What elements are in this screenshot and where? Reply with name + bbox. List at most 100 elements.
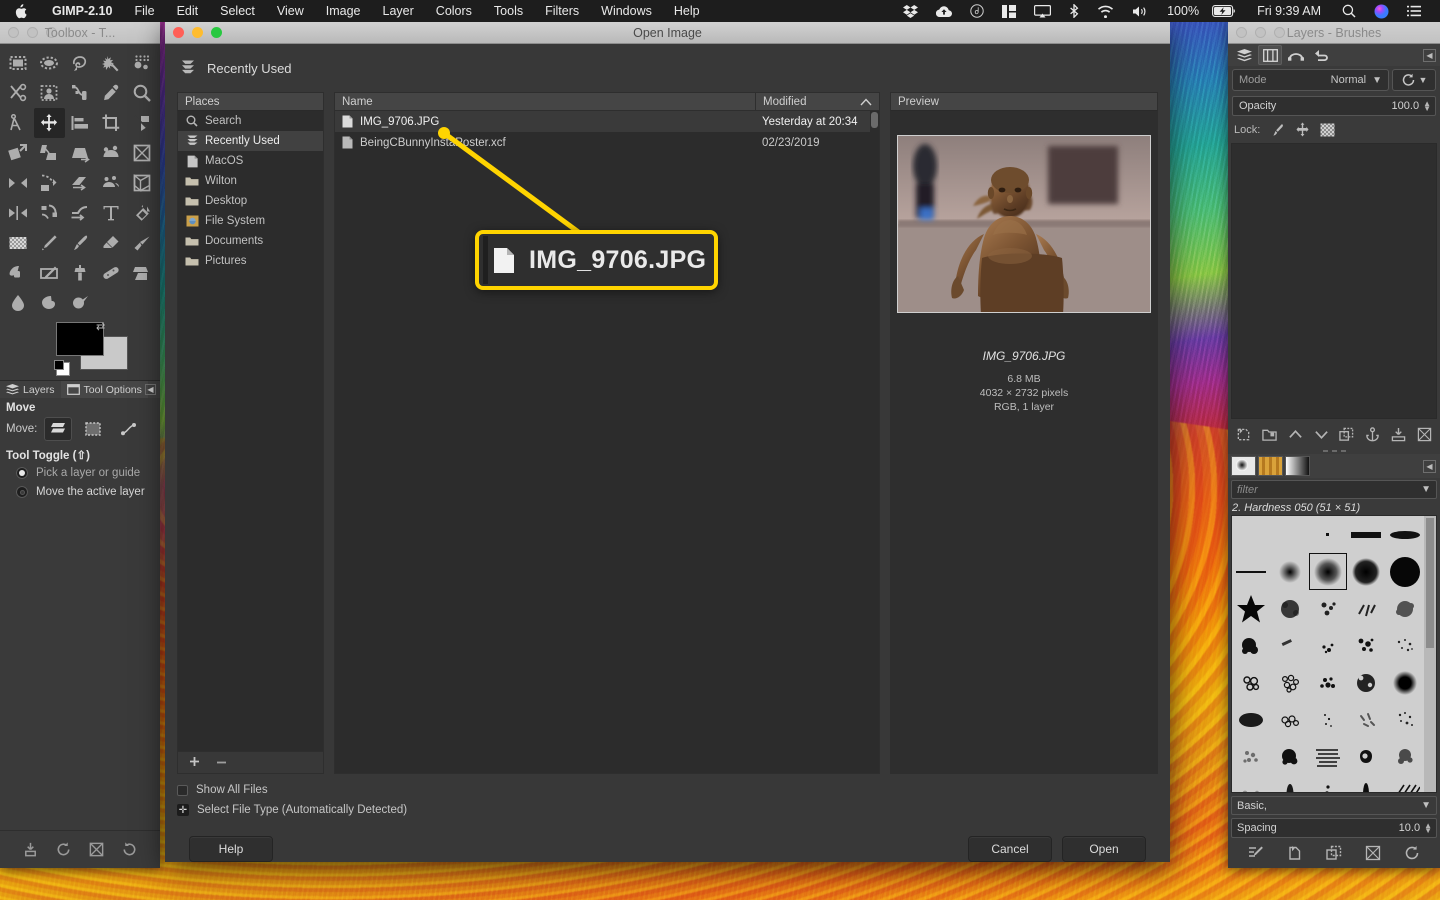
d-circle-icon[interactable] [961,0,993,22]
minimize-button[interactable] [1255,27,1266,38]
menu-item-select[interactable]: Select [209,4,266,18]
brush-cell[interactable] [1309,664,1347,701]
menu-app-name[interactable]: GIMP-2.10 [41,4,123,18]
ink-tool[interactable] [3,258,34,288]
heal-tool[interactable] [95,258,126,288]
cancel-button[interactable]: Cancel [968,836,1052,862]
brush-cell[interactable] [1309,738,1347,775]
toolbox-titlebar[interactable]: Toolbox - T... [0,22,160,44]
refresh-brushes-icon[interactable] [1404,845,1420,861]
brush-cell[interactable] [1232,701,1270,738]
maximize-button[interactable] [1274,27,1285,38]
menu-item-file[interactable]: File [123,4,165,18]
minimize-button[interactable] [192,27,203,38]
move-path-icon[interactable] [114,417,142,441]
dock-tab-brushes[interactable] [1231,456,1256,476]
dock-tab-layers[interactable] [1232,45,1256,65]
shear-tool[interactable] [34,138,65,168]
dodge-burn-tool[interactable] [65,288,96,318]
brush-cell[interactable] [1309,627,1347,664]
move-layer-icon[interactable] [44,417,73,441]
column-header-name[interactable]: Name [334,92,756,111]
airplay-icon[interactable] [1025,0,1060,22]
expander-icon[interactable]: ✛ [177,804,189,816]
dock-tab-undo-history[interactable] [1310,45,1334,65]
place-item-documents[interactable]: Documents [178,231,323,251]
brush-cell[interactable] [1270,701,1308,738]
brush-cell[interactable] [1270,516,1308,553]
color-picker-tool[interactable] [95,78,126,108]
tool-toggle-option-move[interactable]: Move the active layer [6,486,154,498]
brush-cell[interactable] [1309,775,1347,792]
dock-tab-channels[interactable] [1258,45,1282,65]
radio-icon[interactable] [16,486,28,498]
select-file-type-row[interactable]: ✛ Select File Type (Automatically Detect… [177,804,1158,816]
menu-item-filters[interactable]: Filters [534,4,590,18]
brush-cell[interactable] [1347,590,1385,627]
brush-cell[interactable] [1270,738,1308,775]
dock-tab-tool-options[interactable]: Tool Options [60,381,148,398]
duplicate-brush-icon[interactable] [1326,845,1342,861]
brush-cell[interactable] [1309,701,1347,738]
brush-cell[interactable] [1270,775,1308,792]
rdock-titlebar[interactable]: Layers - Brushes [1228,22,1440,44]
brush-cell[interactable] [1232,553,1270,590]
collapse-icon[interactable]: ◀ [1423,48,1436,62]
place-item-file-system[interactable]: File System [178,211,323,231]
bucket-fill-tool[interactable] [126,198,157,228]
dock-tab-gradients[interactable] [1285,456,1310,476]
brush-grid-scrollbar[interactable] [1424,516,1436,792]
brush-grid[interactable] [1231,515,1437,793]
brush-cell[interactable] [1386,775,1424,792]
show-all-files-checkbox[interactable] [177,784,188,796]
brush-filter-input[interactable]: filter ▼ [1231,480,1437,499]
grid-panel-icon[interactable] [993,0,1025,22]
gradient-tool[interactable] [3,228,34,258]
airbrush-tool[interactable] [126,228,157,258]
dock-tab-patterns[interactable] [1258,456,1283,476]
dropbox-icon[interactable] [894,0,927,22]
table-row[interactable]: BeingCBunnyInstaPoster.xcf 02/23/2019 [335,132,879,153]
place-item-desktop[interactable]: Desktop [178,191,323,211]
brush-cell[interactable] [1232,590,1270,627]
reset-tool-options-icon[interactable] [121,841,138,858]
dock-resize-grip[interactable] [1228,447,1440,454]
paintbrush-tool[interactable] [65,228,96,258]
show-all-files-row[interactable]: Show All Files [177,784,1158,796]
cage-transform-tool[interactable] [34,168,65,198]
rotate-tool[interactable] [126,108,157,138]
blend-mode-select[interactable]: Mode Normal ▼ [1232,69,1389,91]
lock-alpha-icon[interactable] [1320,123,1335,137]
select-by-color-tool[interactable] [126,48,157,78]
gradient-preview-tool[interactable] [95,168,126,198]
collapse-icon[interactable]: ◀ [145,384,156,395]
battery-charging-icon[interactable] [1203,0,1245,22]
minimize-button[interactable] [27,27,38,38]
dialog-titlebar[interactable]: Open Image [165,22,1170,44]
help-button[interactable]: Help [189,836,273,862]
place-item-pictures[interactable]: Pictures [178,251,323,271]
warp-transform-tool[interactable] [65,168,96,198]
smudge-tool[interactable] [34,288,65,318]
search-icon[interactable] [1333,0,1365,22]
perspective-tool[interactable] [65,138,96,168]
brush-cell[interactable] [1386,664,1424,701]
clone-tool[interactable] [65,258,96,288]
move-selection-icon[interactable] [79,417,107,441]
menu-clock[interactable]: Fri 9:39 AM [1245,4,1333,18]
brush-cell[interactable] [1347,516,1385,553]
spacing-field[interactable]: Spacing 10.0 ▲ ▼ [1231,818,1437,838]
restore-tool-preset-icon[interactable] [55,841,72,858]
brush-cell[interactable] [1347,553,1385,590]
menu-item-windows[interactable]: Windows [590,4,663,18]
menu-item-edit[interactable]: Edit [166,4,210,18]
mypaint-brush-tool[interactable] [34,258,65,288]
place-item-search[interactable]: Search [178,111,323,131]
3d-cube-tool[interactable] [126,168,157,198]
paths-tool[interactable] [65,78,96,108]
menu-item-help[interactable]: Help [663,4,711,18]
collapse-icon[interactable]: ◀ [1423,459,1436,473]
scissors-select-tool[interactable] [3,78,34,108]
brush-cell[interactable] [1232,627,1270,664]
brush-cell[interactable] [1347,738,1385,775]
